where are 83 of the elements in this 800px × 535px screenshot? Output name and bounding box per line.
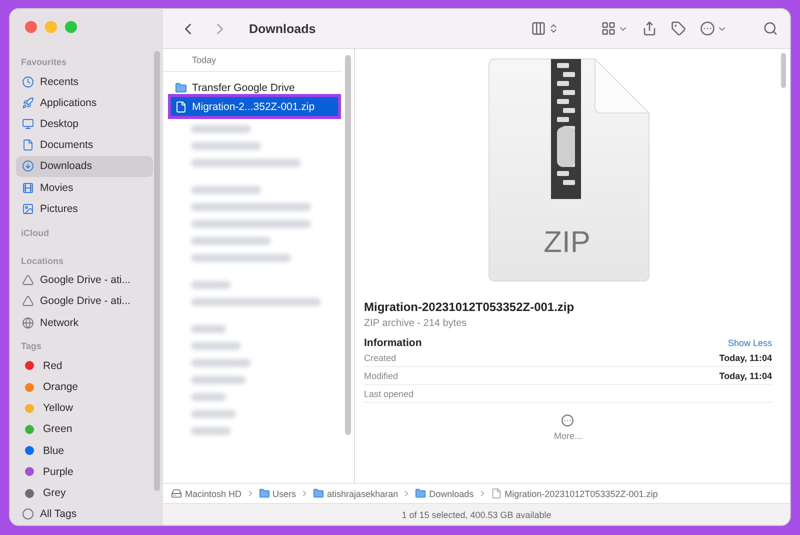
search-icon [763,21,778,36]
circle-icon [22,508,34,520]
scrollbar[interactable] [154,51,160,491]
monitor-icon [22,118,34,130]
sidebar-item[interactable]: Applications [16,92,153,114]
sidebar-item[interactable]: Yellow [16,398,153,419]
scrollbar[interactable] [345,55,351,435]
scrollbar[interactable] [781,53,786,88]
sidebar-heading: Favourites [20,56,68,69]
path-item[interactable]: atishrajasekharan [313,488,398,499]
blurred-file-row [191,427,231,435]
sidebar-item[interactable]: Documents [16,134,153,156]
document-icon [22,139,34,152]
sidebar-item[interactable]: Network [16,312,153,334]
file-type-label: ZIP [544,226,590,259]
film-icon [22,182,34,194]
info-label: Created [364,352,396,362]
blurred-file-row [191,186,261,194]
more-button[interactable]: More... [548,413,588,442]
sidebar-item[interactable]: Blue [16,440,153,462]
path-item[interactable]: Macintosh HD [171,488,242,499]
ellipsis-icon [700,21,715,36]
path-item[interactable]: Users [258,488,296,499]
sidebar-item[interactable]: Orange [16,376,153,398]
folder-icon [175,82,187,94]
sidebar-heading: Locations [20,254,65,268]
grid-icon [601,21,616,36]
sidebar-item[interactable]: Google Drive - ati... [16,270,153,291]
folder-icon [258,488,270,499]
folder-icon [415,488,426,499]
show-less-link[interactable]: Show Less [728,338,772,348]
sidebar-item[interactable]: Google Drive - ati... [16,290,153,312]
sidebar-heading: iCloud [20,226,50,240]
blurred-file-row [191,281,231,289]
sidebar-item[interactable]: Pictures [16,198,153,220]
blurred-file-row [191,410,236,418]
path-item[interactable]: Downloads [415,488,474,499]
triangle-icon [22,274,34,286]
sidebar-item[interactable]: Purple [16,461,153,482]
status-bar: 1 of 15 selected, 400.53 GB available [163,503,790,525]
triangle-icon [22,295,34,308]
info-label: Modified [364,370,398,380]
sidebar-item[interactable]: Downloads [16,156,153,178]
up-down-chevron-icon [548,23,559,34]
sidebar-item[interactable]: Green [16,418,153,440]
file-icon [490,488,502,499]
clock-icon [22,76,34,88]
file-icon [175,100,187,112]
sidebar-item[interactable]: Red [16,355,153,376]
file-row[interactable]: Transfer Google Drive [171,78,338,97]
sidebar-item[interactable]: Desktop [16,113,153,135]
info-value: Today, 11:04 [719,370,772,380]
blurred-file-row [191,376,246,384]
info-value: Today, 11:04 [719,352,772,362]
share-icon [642,21,657,36]
picture-icon [22,202,34,215]
ellipsis-icon [561,414,574,427]
columns-icon [531,21,546,36]
blurred-file-row [191,142,261,150]
folder-icon [313,488,324,499]
sidebar-item[interactable]: All Tags [16,504,153,525]
path-item[interactable]: Migration-20231012T053352Z-001.zip [490,488,658,499]
sidebar-item[interactable]: Recents [16,71,153,92]
tag-button[interactable] [669,19,688,38]
file-row[interactable]: Migration-2...352Z-001.zip [171,97,338,116]
file-name: Migration-20231012T053352Z-001.zip [364,300,576,314]
rocket-icon [22,96,34,109]
blurred-file-row [191,325,226,333]
sidebar-item[interactable]: Movies [16,177,153,198]
tag-icon [671,21,686,36]
download-icon [22,160,34,172]
globe-icon [22,316,34,329]
blurred-file-row [191,125,251,133]
file-kind-size: ZIP archive - 214 bytes [364,318,468,329]
blurred-file-row [191,359,251,367]
sidebar-item[interactable]: Grey [16,482,153,504]
group-heading: Today [163,49,342,72]
blurred-file-row [191,342,241,350]
section-heading: Information [364,337,422,349]
blurred-file-row [191,393,226,401]
info-label: Last opened [364,388,414,398]
sidebar-heading: Tags [20,340,42,354]
window-title: Downloads [249,22,317,36]
